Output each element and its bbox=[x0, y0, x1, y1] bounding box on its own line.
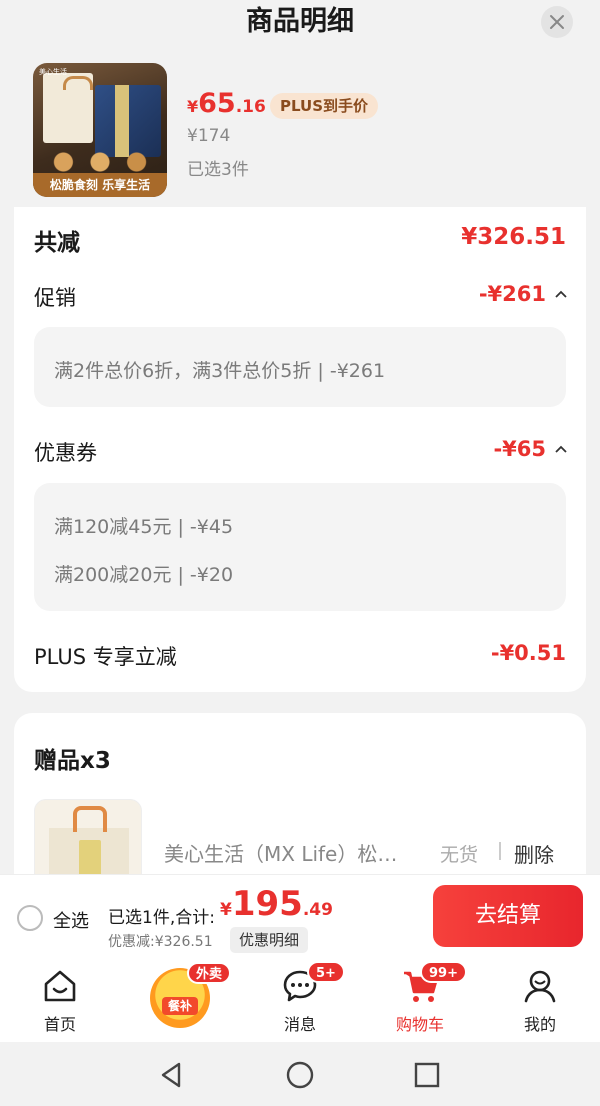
promo-value: -¥261 bbox=[478, 282, 546, 306]
discount-card: 共减 ¥326.51 促销 -¥261 满2件总价6折，满3件总价5折 | -¥… bbox=[14, 207, 586, 692]
product-bag-graphic bbox=[43, 73, 93, 143]
select-all-label[interactable]: 全选 bbox=[53, 907, 89, 933]
tab-mine[interactable]: 我的 bbox=[495, 958, 585, 1042]
coupon-detail-box: 满120减45元 | -¥45 满200减20元 | -¥20 bbox=[34, 483, 566, 611]
food-subsidy-label: 餐补 bbox=[162, 997, 198, 1015]
product-image-caption: 松脆食刻 乐享生活 bbox=[33, 173, 167, 197]
gift-delete-button[interactable]: 删除 bbox=[514, 839, 554, 868]
cookies-graphic bbox=[39, 149, 161, 175]
home-icon bbox=[44, 970, 76, 1002]
promo-detail-box: 满2件总价6折，满3件总价5折 | -¥261 bbox=[34, 327, 566, 407]
plus-price: ¥ 65 .16 bbox=[187, 88, 266, 120]
product-image-brand: 美心生活 bbox=[39, 68, 67, 76]
total-discount-value: ¥326.51 bbox=[461, 224, 566, 250]
selected-count: 已选3件 bbox=[187, 160, 249, 180]
total-price-symbol: ¥ bbox=[220, 900, 232, 920]
plus-discount-label: PLUS 专享立减 bbox=[34, 645, 177, 669]
gift-stock-status: 无货 bbox=[440, 844, 479, 866]
messages-badge: 5+ bbox=[307, 961, 345, 983]
original-price: ¥174 bbox=[187, 126, 231, 146]
total-discount-label: 共减 bbox=[34, 230, 80, 256]
product-summary: 商品明细 美心生活 松脆食刻 乐享生活 ¥ 65 .16 PLUS到手价 ¥17… bbox=[0, 0, 600, 210]
cart-badge: 99+ bbox=[420, 961, 467, 983]
chevron-up-icon bbox=[555, 290, 567, 298]
checkout-button[interactable]: 去结算 bbox=[433, 885, 583, 947]
promo-detail-line: 满2件总价6折，满3件总价5折 | -¥261 bbox=[54, 360, 386, 382]
tab-cart-label: 购物车 bbox=[395, 1015, 444, 1034]
product-image[interactable]: 美心生活 松脆食刻 乐享生活 bbox=[33, 63, 167, 197]
price-decimal: .16 bbox=[235, 97, 266, 117]
tab-messages-label: 消息 bbox=[283, 1015, 316, 1034]
food-delivery-badge: 外卖 bbox=[187, 962, 232, 984]
total-price: ¥ 195 .49 bbox=[220, 884, 333, 924]
gift-title: 赠品x3 bbox=[34, 748, 111, 774]
price-symbol: ¥ bbox=[187, 97, 199, 116]
discount-detail-button[interactable]: 优惠明细 bbox=[230, 927, 309, 953]
bottom-tab-bar: 首页 5+ 消息 99+ 购物车 我的 bbox=[0, 958, 600, 1042]
plus-price-tag: PLUS到手价 bbox=[270, 93, 379, 119]
coupon-value: -¥65 bbox=[493, 437, 546, 461]
tab-cart[interactable]: 99+ 购物车 bbox=[375, 958, 467, 1042]
tab-home-label: 首页 bbox=[43, 1015, 76, 1034]
summary-label: 已选1件,合计: bbox=[108, 908, 215, 928]
close-button[interactable] bbox=[541, 6, 573, 38]
tab-mine-label: 我的 bbox=[523, 1015, 556, 1034]
price-integer: 65 bbox=[198, 88, 236, 119]
coupon-detail-line: 满120减45元 | -¥45 bbox=[54, 516, 234, 538]
sheet-title: 商品明细 bbox=[246, 6, 354, 37]
system-navigation-bar bbox=[0, 1042, 600, 1106]
home-circle-icon[interactable] bbox=[285, 1060, 315, 1090]
recent-apps-icon[interactable] bbox=[412, 1060, 442, 1090]
chevron-up-icon bbox=[555, 445, 567, 453]
divider bbox=[499, 842, 501, 860]
plus-discount-value: -¥0.51 bbox=[490, 641, 566, 665]
total-price-integer: 195 bbox=[231, 884, 303, 924]
back-icon[interactable] bbox=[157, 1060, 187, 1090]
close-icon bbox=[550, 15, 564, 29]
select-all-checkbox[interactable] bbox=[17, 905, 43, 931]
coupon-detail-line: 满200减20元 | -¥20 bbox=[54, 564, 234, 586]
discount-total: 优惠减:¥326.51 bbox=[108, 934, 213, 950]
coupon-label: 优惠券 bbox=[34, 441, 97, 465]
promo-label: 促销 bbox=[34, 286, 76, 310]
user-icon bbox=[524, 970, 556, 1003]
total-price-decimal: .49 bbox=[302, 900, 333, 920]
checkout-bar: 全选 已选1件,合计: ¥ 195 .49 优惠减:¥326.51 优惠明细 去… bbox=[0, 874, 600, 958]
tab-messages[interactable]: 5+ 消息 bbox=[255, 958, 345, 1042]
gift-item-name[interactable]: 美心生活（MX Life）松… bbox=[164, 838, 434, 867]
tab-home[interactable]: 首页 bbox=[15, 958, 105, 1042]
